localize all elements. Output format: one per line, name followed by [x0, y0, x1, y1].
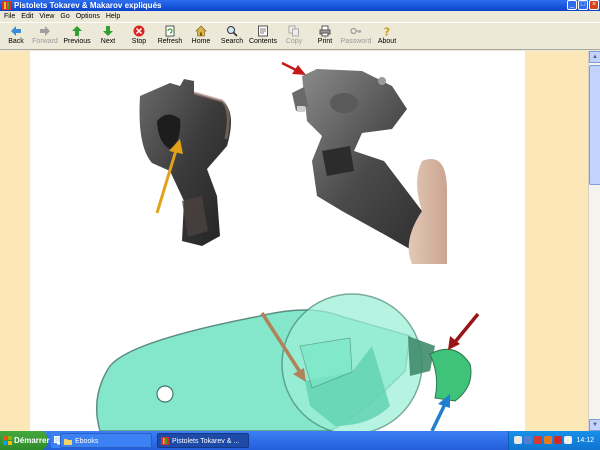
book-icon [2, 1, 11, 10]
maximize-button[interactable]: □ [578, 0, 588, 10]
minimize-button[interactable]: _ [567, 0, 577, 10]
scroll-up-button[interactable]: ▲ [589, 51, 600, 63]
tray-icon-5[interactable] [554, 436, 562, 444]
print-button[interactable]: Print [309, 25, 341, 49]
copy-icon [288, 25, 299, 37]
mechanism-diagram [95, 293, 480, 431]
document-page [30, 51, 525, 431]
task-pistolets[interactable]: Pistolets Tokarev & ... [157, 433, 249, 448]
vertical-scrollbar[interactable]: ▲ ▼ [588, 51, 600, 431]
task-label: Ebooks [75, 438, 99, 445]
sear-shape [429, 348, 472, 402]
search-icon [227, 26, 238, 37]
tray-icon-6[interactable] [564, 436, 572, 444]
close-button[interactable]: × [589, 0, 599, 10]
parts-photo [139, 61, 447, 264]
arrow-right-icon [40, 26, 50, 36]
menu-help[interactable]: Help [105, 11, 125, 22]
start-label: Démarrer [14, 436, 50, 445]
menu-go[interactable]: Go [59, 11, 74, 22]
tray-icon-4[interactable] [544, 436, 552, 444]
blue-arrow [430, 394, 450, 431]
scroll-thumb[interactable] [589, 65, 600, 185]
content-area [0, 51, 600, 431]
book-icon [161, 437, 169, 445]
menu-bar: File Edit View Go Options Help [0, 11, 600, 22]
refresh-button[interactable]: Refresh [154, 25, 186, 49]
copy-button[interactable]: Copy [278, 25, 310, 49]
stop-button[interactable]: Stop [123, 25, 155, 49]
menu-file[interactable]: File [3, 11, 20, 22]
lever-part [139, 79, 231, 246]
home-button[interactable]: Home [185, 25, 217, 49]
red-arrow [281, 61, 306, 75]
refresh-icon [165, 25, 175, 37]
tray-icon-3[interactable] [534, 436, 542, 444]
arrow-up-icon [72, 26, 82, 36]
window-title: Pistolets Tokarev & Makarov expliqués [14, 1, 162, 10]
next-button[interactable]: Next [92, 25, 124, 49]
menu-view[interactable]: View [38, 11, 59, 22]
toolbar: Back Forward Previous Next Stop Refresh … [0, 22, 600, 50]
tray-icon-1[interactable] [514, 436, 522, 444]
folder-icon [64, 439, 72, 445]
contents-icon [258, 25, 268, 37]
svg-text:?: ? [384, 26, 390, 38]
contents-button[interactable]: Contents [247, 25, 279, 49]
tray-icon-2[interactable] [524, 436, 532, 444]
home-icon [195, 25, 207, 37]
red-arrow-diagram [448, 312, 480, 350]
help-icon: ? [384, 26, 390, 38]
clock: 14:12 [576, 437, 594, 444]
password-button[interactable]: Password [340, 25, 372, 49]
windows-logo-icon [3, 436, 12, 445]
search-button[interactable]: Search [216, 25, 248, 49]
start-button[interactable]: Démarrer [0, 431, 50, 450]
previous-button[interactable]: Previous [61, 25, 93, 49]
stop-icon [133, 25, 145, 37]
task-label: Pistolets Tokarev & ... [172, 438, 240, 445]
about-button[interactable]: ? About [371, 25, 403, 49]
menu-edit[interactable]: Edit [20, 11, 38, 22]
taskbar: Démarrer Ebooks Pistolets Tokarev & ... … [0, 431, 600, 450]
back-button[interactable]: Back [0, 25, 32, 49]
scroll-down-button[interactable]: ▼ [589, 419, 600, 431]
print-icon [319, 25, 331, 37]
task-ebooks[interactable]: Ebooks [60, 433, 152, 448]
system-tray: 14:12 [508, 431, 600, 450]
pivot-hole [156, 385, 174, 403]
forward-button[interactable]: Forward [29, 25, 61, 49]
menu-options[interactable]: Options [75, 11, 105, 22]
key-icon [350, 27, 362, 35]
arrow-left-icon [11, 26, 21, 36]
title-bar: Pistolets Tokarev & Makarov expliqués _ … [0, 0, 600, 11]
arrow-down-icon [103, 26, 113, 36]
